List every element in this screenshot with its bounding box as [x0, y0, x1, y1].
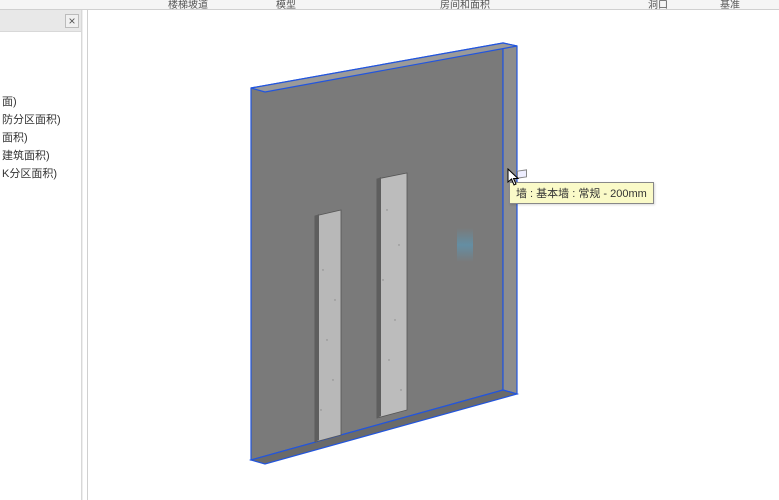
wall-recess-right-side — [377, 177, 381, 418]
tree-item[interactable]: 建筑面积) — [0, 146, 81, 164]
project-browser-tree[interactable]: 面) 防分区面积) 面积) 建筑面积) K分区面积) — [0, 32, 81, 182]
tooltip-text: 墙 : 基本墙 : 常规 - 200mm — [516, 188, 647, 200]
model-canvas[interactable] — [83, 10, 779, 500]
drawing-viewport[interactable]: 墙 : 基本墙 : 常规 - 200mm — [82, 10, 779, 500]
properties-panel: × 面) 防分区面积) 面积) 建筑面积) K分区面积) — [0, 10, 82, 500]
ribbon-group-labels: 楼梯坡道 模型 房间和面积 洞口 基准 — [0, 0, 779, 10]
panel-header: × — [0, 10, 81, 32]
wall-recess-left-side — [315, 214, 319, 442]
tree-item[interactable]: 面) — [0, 92, 81, 110]
tree-item[interactable]: 面积) — [0, 128, 81, 146]
panel-close-button[interactable]: × — [65, 14, 79, 28]
wall-recess-right[interactable] — [377, 173, 407, 418]
tree-item[interactable]: 防分区面积) — [0, 110, 81, 128]
tree-item[interactable]: K分区面积) — [0, 164, 81, 182]
close-icon: × — [68, 14, 75, 28]
wall-right-face[interactable] — [503, 43, 517, 394]
hover-tooltip: 墙 : 基本墙 : 常规 - 200mm — [509, 182, 654, 204]
